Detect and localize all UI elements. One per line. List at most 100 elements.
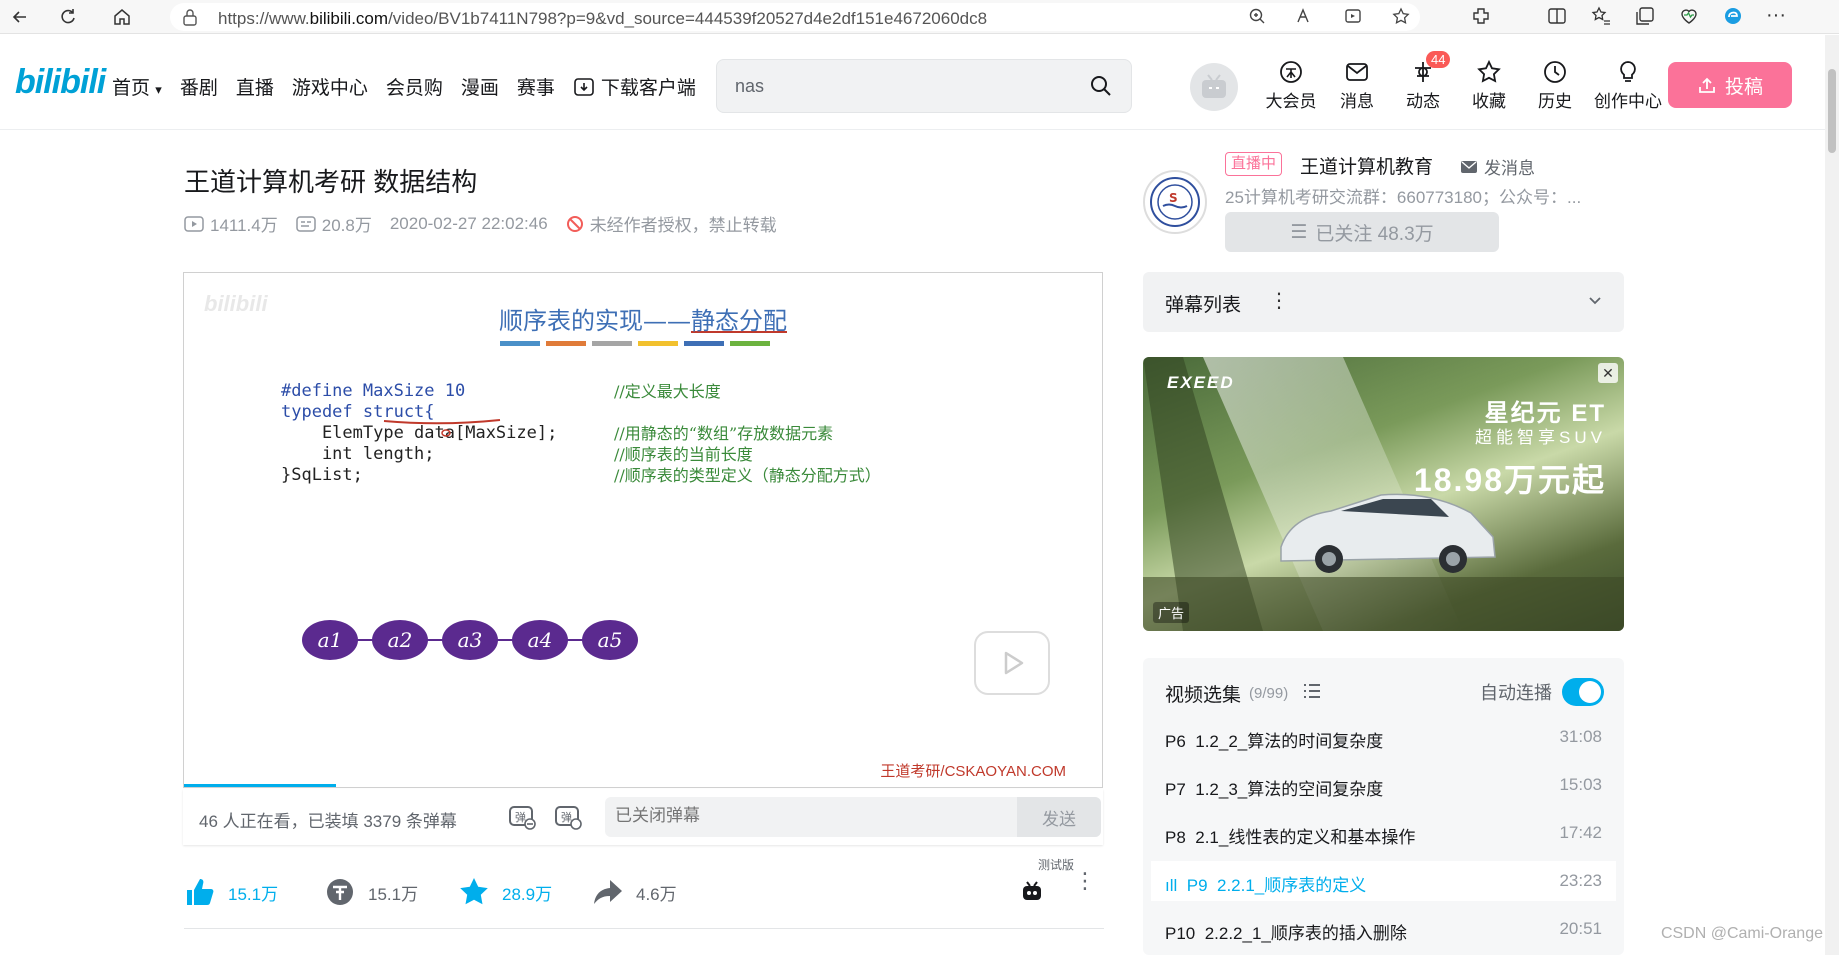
send-message-button[interactable]: 发消息 — [1460, 154, 1535, 179]
edge-icon[interactable] — [1722, 5, 1744, 32]
star-icon — [1477, 59, 1501, 83]
read-aloud-icon[interactable] — [1296, 7, 1314, 30]
favorite-button[interactable]: 28.9万 — [458, 876, 552, 908]
like-icon — [187, 879, 214, 905]
video-title: 王道计算机考研 数据结构 — [184, 167, 478, 197]
collections-icon[interactable] — [1634, 5, 1656, 32]
like-button[interactable]: 15.1万 — [184, 876, 278, 908]
nav-item-manga[interactable]: 漫画 — [461, 73, 499, 100]
close-icon[interactable]: ✕ — [1598, 363, 1618, 383]
element-node: a4 — [512, 620, 568, 660]
coin-button[interactable]: 15.1万 — [324, 876, 418, 908]
clock-icon — [1544, 61, 1566, 83]
danmaku-list-header[interactable]: 弹幕列表 ⋮ — [1143, 272, 1624, 332]
progress-bar[interactable] — [184, 784, 336, 787]
header-history[interactable]: 历史 — [1522, 57, 1588, 112]
play-count-icon — [184, 215, 204, 232]
search-input[interactable] — [735, 74, 1075, 98]
uploader-name[interactable]: 王道计算机教育 — [1300, 152, 1433, 179]
nav-item-mall[interactable]: 会员购 — [386, 73, 443, 100]
action-toolbar: 15.1万 15.1万 28.9万 4.6万 ⋮ — [184, 870, 1104, 912]
bilibili-logo[interactable]: bilibili — [15, 63, 106, 102]
nav-item-match[interactable]: 赛事 — [517, 73, 555, 100]
page-scrollbar[interactable] — [1825, 35, 1839, 955]
menu-icon: ☰ — [1290, 221, 1308, 243]
autoplay-toggle[interactable] — [1562, 678, 1604, 706]
more-icon[interactable]: ··· — [1766, 5, 1786, 32]
message-icon — [1346, 63, 1368, 81]
bulb-icon — [1620, 61, 1636, 82]
live-badge[interactable]: 直播中 — [1225, 152, 1283, 176]
chevron-down-icon: ▾ — [155, 82, 162, 97]
main-nav: 首页 ▾ 番剧 直播 游戏中心 会员购 漫画 赛事 下载客户端 — [112, 73, 696, 100]
header-vip[interactable]: 大会员 — [1258, 57, 1324, 112]
viewer-info: 46 人正在看，已装填 3379 条弹幕 — [199, 812, 457, 831]
header-creator-center[interactable]: 创作中心 — [1588, 57, 1668, 112]
svg-text:S: S — [1169, 191, 1178, 205]
episode-item[interactable]: P8 2.1_线性表的定义和基本操作 17:42 — [1151, 813, 1616, 853]
zoom-icon[interactable] — [1248, 7, 1266, 30]
danmaku-toggle-icon[interactable]: 弹 — [507, 802, 537, 832]
share-button[interactable]: 4.6万 — [592, 876, 677, 908]
episode-item[interactable]: P10 2.2.2_1_顺序表的插入删除 20:51 — [1151, 909, 1616, 949]
favorites-icon[interactable] — [1590, 5, 1612, 32]
header-dynamic[interactable]: 44 动态 — [1390, 51, 1456, 112]
episode-item[interactable]: P7 1.2_3_算法的空间复杂度 15:03 — [1151, 765, 1616, 805]
back-icon[interactable] — [8, 5, 32, 29]
danmaku-settings-icon[interactable]: 弹 — [553, 802, 583, 832]
nav-item-home[interactable]: 首页 ▾ — [112, 73, 162, 100]
favorite-icon — [460, 878, 488, 905]
search-icon[interactable] — [1089, 74, 1113, 103]
home-icon[interactable] — [110, 5, 134, 29]
site-header: bilibili 首页 ▾ 番剧 直播 游戏中心 会员购 漫画 赛事 下载客户端… — [0, 35, 1839, 130]
nav-item-anime[interactable]: 番剧 — [180, 73, 218, 100]
slide-title: 顺序表的实现——静态分配 — [499, 307, 787, 335]
episode-item[interactable]: P6 1.2_2_算法的时间复杂度 31:08 — [1151, 717, 1616, 757]
play-button[interactable] — [974, 631, 1050, 695]
more-options-icon[interactable]: ⋮ — [1074, 870, 1096, 892]
favorite-star-icon[interactable] — [1392, 7, 1410, 30]
episode-panel-header: 视频选集 (9/99) — [1165, 680, 1322, 707]
app-icon[interactable] — [1344, 7, 1362, 30]
element-node: a1 — [302, 620, 358, 660]
health-icon[interactable] — [1678, 5, 1700, 32]
ad-subline: 超能智享SUV — [1475, 428, 1606, 447]
play-icon — [1004, 651, 1024, 675]
url-text: https://www.bilibili.com/video/BV1b7411N… — [218, 9, 988, 28]
episode-count: (9/99) — [1249, 685, 1289, 702]
divider — [184, 928, 1104, 929]
svg-text:弹: 弹 — [561, 810, 572, 824]
more-options-icon[interactable]: ⋮ — [1269, 288, 1289, 313]
slide-comments: //定义最大长度 //用静态的“数组”存放数据元素 //顺序表的当前长度 //顺… — [614, 382, 881, 485]
follow-button[interactable]: ☰ 已关注 48.3万 — [1225, 212, 1499, 252]
episode-item-active[interactable]: ıll P9 2.2.1_顺序表的定义 23:23 — [1151, 861, 1616, 901]
publish-date: 2020-02-27 22:02:46 — [389, 213, 548, 233]
split-screen-icon[interactable] — [1546, 5, 1568, 32]
view-count: 1411.4万 — [210, 216, 278, 235]
list-icon[interactable] — [1302, 682, 1322, 706]
nav-item-game-center[interactable]: 游戏中心 — [292, 73, 368, 100]
address-bar[interactable]: https://www.bilibili.com/video/BV1b7411N… — [170, 3, 1420, 31]
playing-icon: ıll — [1165, 876, 1178, 895]
header-favorites[interactable]: 收藏 — [1456, 57, 1522, 112]
element-node: a3 — [442, 620, 498, 660]
extensions-icon[interactable] — [1470, 5, 1492, 32]
search-box — [716, 59, 1132, 113]
send-button[interactable]: 发送 — [1017, 797, 1101, 837]
danmaku-input[interactable] — [615, 806, 995, 826]
chevron-down-icon[interactable] — [1586, 292, 1604, 315]
uploader-description: 25计算机考研交流群：660773180；公众号：... — [1225, 188, 1582, 207]
ad-banner[interactable]: EXEED 星纪元 ET 超能智享SUV 18.98万元起 ✕ 广告 — [1143, 357, 1624, 631]
header-message[interactable]: 消息 — [1324, 57, 1390, 112]
upload-button[interactable]: 投稿 — [1668, 62, 1792, 108]
video-player[interactable]: bilibili 顺序表的实现——静态分配 #define MaxSize 10… — [183, 272, 1103, 788]
nav-item-live[interactable]: 直播 — [236, 73, 274, 100]
robot-icon[interactable] — [1020, 880, 1044, 909]
user-avatar[interactable] — [1190, 63, 1238, 111]
element-sequence: a1 a2 a3 a4 a5 — [302, 620, 638, 662]
nav-item-download[interactable]: 下载客户端 — [573, 73, 696, 100]
ad-brand: EXEED — [1167, 373, 1235, 392]
uploader-avatar[interactable]: S — [1143, 170, 1207, 234]
download-icon — [574, 77, 594, 96]
refresh-icon[interactable] — [56, 5, 80, 29]
